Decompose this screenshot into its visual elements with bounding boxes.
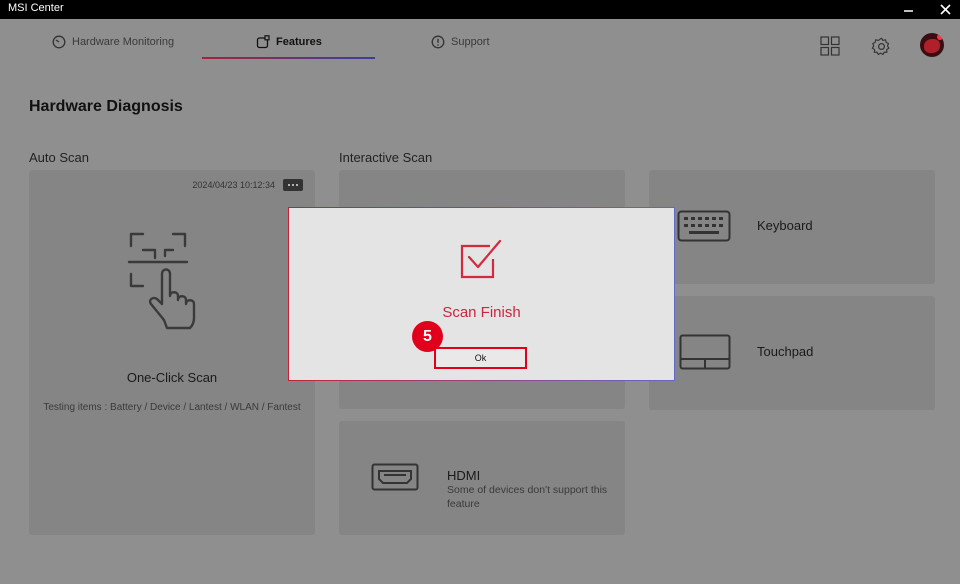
ok-button[interactable]: Ok	[434, 347, 527, 369]
gauge-icon	[52, 35, 66, 49]
scan-timestamp: 2024/04/23 10:12:34	[192, 180, 275, 190]
apps-grid-button[interactable]	[819, 35, 841, 57]
support-icon	[431, 35, 445, 49]
step-number-badge: 5	[412, 321, 443, 352]
keyboard-label: Keyboard	[757, 218, 813, 233]
minimize-icon	[903, 10, 913, 12]
testing-items-text: Testing items : Battery / Device / Lante…	[43, 402, 301, 413]
hdmi-label: HDMI	[447, 468, 481, 483]
scan-finish-dialog: Scan Finish Ok 5	[288, 207, 675, 381]
tab-support[interactable]: Support	[431, 32, 490, 52]
keyboard-icon	[677, 210, 731, 242]
minimize-button[interactable]	[896, 1, 920, 18]
checkbox-checked-icon	[460, 239, 502, 279]
auto-scan-label: Auto Scan	[29, 150, 89, 165]
page-title: Hardware Diagnosis	[29, 98, 183, 115]
interactive-scan-label: Interactive Scan	[339, 150, 433, 165]
avatar[interactable]	[920, 33, 944, 57]
touchpad-icon	[679, 334, 731, 370]
hdmi-card[interactable]: HDMI Some of devices don't support this …	[339, 421, 625, 535]
grid-icon	[820, 36, 840, 56]
touch-scan-icon	[127, 232, 196, 330]
touchpad-card[interactable]: Touchpad	[649, 296, 935, 410]
gear-icon	[871, 37, 890, 55]
one-click-scan-title: One-Click Scan	[126, 370, 218, 385]
tab-label: Support	[451, 36, 490, 48]
hdmi-port-icon	[371, 463, 419, 491]
active-tab-indicator	[202, 57, 375, 59]
hdmi-note: Some of devices don't support this featu…	[447, 484, 608, 510]
tab-label: Hardware Monitoring	[72, 36, 175, 48]
tab-label: Features	[276, 36, 322, 48]
keyboard-card[interactable]: Keyboard	[649, 170, 935, 284]
features-icon	[256, 35, 270, 49]
dialog-title: Scan Finish	[442, 304, 521, 321]
title-bar: MSI Center	[0, 0, 960, 19]
tab-hardware-monitoring[interactable]: Hardware Monitoring	[52, 32, 174, 52]
touchpad-label: Touchpad	[757, 344, 814, 359]
window-title: MSI Center	[8, 2, 64, 14]
dragon-logo-icon	[924, 39, 940, 53]
close-icon	[939, 4, 951, 15]
close-button[interactable]	[933, 1, 957, 18]
tab-features[interactable]: Features	[256, 32, 322, 52]
one-click-scan-card[interactable]: 2024/04/23 10:12:34 One-Click Scan Testi…	[29, 170, 315, 535]
notification-dot	[937, 34, 943, 40]
more-options-button[interactable]	[283, 179, 303, 191]
settings-button[interactable]	[870, 35, 892, 57]
